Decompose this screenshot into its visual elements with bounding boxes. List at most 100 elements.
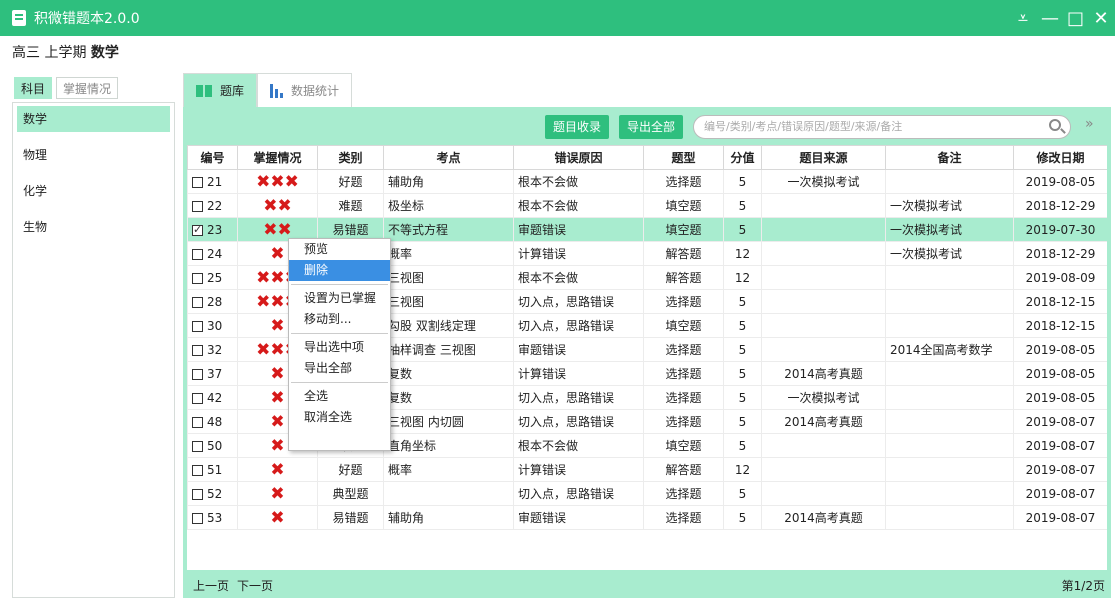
collect-button[interactable]: 题目收录	[545, 115, 610, 139]
context-menu-item[interactable]: 删除	[289, 260, 390, 281]
cell-id: 23	[187, 217, 238, 242]
search-icon[interactable]	[1049, 119, 1061, 131]
cell-id: 52	[187, 481, 238, 506]
cell-mastery: ✖✖✖	[237, 169, 318, 194]
context-menu-item[interactable]: 设置为已掌握	[289, 288, 390, 309]
table-row[interactable]: 53 ✖ 易错题 辅助角 审题错误 选择题 5 2014高考真题 2019-08-07	[187, 505, 1107, 530]
cell-type: 选择题	[643, 409, 724, 434]
cell-type: 解答题	[643, 265, 724, 290]
context-menu-item[interactable]: 移动到...	[289, 309, 390, 330]
cell-score: 5	[723, 385, 762, 410]
cell-id: 50	[187, 433, 238, 458]
header-id[interactable]: 编号	[187, 145, 238, 170]
search-input[interactable]: 编号/类别/考点/错误原因/题型/来源/备注	[693, 115, 1071, 139]
tab-question-bank[interactable]: 题库	[183, 73, 258, 107]
context-menu-item[interactable]: 取消全选	[289, 407, 390, 428]
cell-topic: 抽样调查 三视图	[383, 337, 514, 362]
row-checkbox[interactable]	[192, 488, 203, 500]
cell-reason: 切入点，思路错误	[513, 481, 644, 506]
next-page-button[interactable]: 下一页	[237, 577, 273, 594]
row-checkbox[interactable]	[192, 176, 203, 188]
mastery-x-icons: ✖	[270, 507, 285, 528]
cell-category: 易错题	[317, 505, 384, 530]
cell-date: 2018-12-15	[1013, 313, 1107, 338]
app-icon	[12, 10, 26, 26]
row-checkbox[interactable]	[192, 368, 203, 380]
cell-date: 2018-12-15	[1013, 289, 1107, 314]
subject-item-math[interactable]: 数学	[17, 106, 170, 132]
tab-statistics[interactable]: 数据统计	[257, 73, 353, 107]
header-type[interactable]: 题型	[643, 145, 724, 170]
context-menu-item[interactable]: 导出选中项	[289, 337, 390, 358]
cell-note	[885, 361, 1014, 386]
expand-icon[interactable]: »	[1085, 116, 1094, 132]
row-checkbox[interactable]	[192, 392, 203, 404]
cell-topic: 复数	[383, 385, 514, 410]
cell-topic: 概率	[383, 241, 514, 266]
maximize-icon[interactable]: □	[1067, 8, 1084, 29]
header-source[interactable]: 题目来源	[761, 145, 886, 170]
table-row[interactable]: 52 ✖ 典型题 切入点，思路错误 选择题 5 2019-08-07	[187, 481, 1107, 506]
export-all-button[interactable]: 导出全部	[619, 115, 684, 139]
cell-source	[761, 265, 886, 290]
row-checkbox[interactable]	[192, 248, 203, 260]
row-id: 25	[207, 270, 223, 285]
subject-item-physics[interactable]: 物理	[17, 142, 170, 168]
menu-dropdown-icon[interactable]: ⩡	[1015, 8, 1031, 29]
header-reason[interactable]: 错误原因	[513, 145, 644, 170]
row-checkbox[interactable]	[192, 320, 203, 332]
cell-date: 2019-08-07	[1013, 409, 1107, 434]
table-row[interactable]: 51 ✖ 好题 概率 计算错误 解答题 12 2019-08-07	[187, 457, 1107, 482]
cell-id: 28	[187, 289, 238, 314]
row-checkbox[interactable]	[192, 296, 203, 308]
header-topic[interactable]: 考点	[383, 145, 514, 170]
row-checkbox[interactable]	[192, 223, 203, 236]
header-date[interactable]: 修改日期	[1013, 145, 1107, 170]
cell-note	[885, 289, 1014, 314]
subject-item-chemistry[interactable]: 化学	[17, 178, 170, 204]
row-checkbox[interactable]	[192, 416, 203, 428]
cell-note: 一次模拟考试	[885, 241, 1014, 266]
cell-topic: 辅助角	[383, 505, 514, 530]
close-icon[interactable]: ✕	[1093, 8, 1109, 29]
subject-item-biology[interactable]: 生物	[17, 214, 170, 240]
context-menu-item[interactable]: 预览	[289, 239, 390, 260]
cell-topic: 概率	[383, 457, 514, 482]
minimize-icon[interactable]: —	[1041, 8, 1059, 29]
context-menu-item[interactable]: 导出全部	[289, 358, 390, 379]
context-menu-item[interactable]: 全选	[289, 386, 390, 407]
mastery-x-icons: ✖	[270, 243, 285, 264]
page-info: 第1/2页	[1061, 579, 1105, 593]
cell-mastery: ✖	[237, 457, 318, 482]
row-id: 32	[207, 342, 223, 357]
cell-source	[761, 457, 886, 482]
prev-page-button[interactable]: 上一页	[193, 577, 229, 594]
menu-separator	[291, 382, 388, 383]
cell-score: 5	[723, 193, 762, 218]
mastery-x-icons: ✖✖✖	[256, 171, 299, 192]
table-row[interactable]: 21 ✖✖✖ 好题 辅助角 根本不会做 选择题 5 一次模拟考试 2019-08-05	[187, 169, 1107, 194]
cell-date: 2019-07-30	[1013, 217, 1107, 242]
row-checkbox[interactable]	[192, 512, 203, 524]
cell-note	[885, 385, 1014, 410]
header-mastery[interactable]: 掌握情况	[237, 145, 318, 170]
cell-source: 2014高考真题	[761, 505, 886, 530]
table-row[interactable]: 22 ✖✖ 难题 极坐标 根本不会做 填空题 5 一次模拟考试 2018-12-29	[187, 193, 1107, 218]
tab-mastery[interactable]: 掌握情况	[56, 77, 119, 99]
header-note[interactable]: 备注	[885, 145, 1014, 170]
cell-type: 填空题	[643, 433, 724, 458]
row-checkbox[interactable]	[192, 464, 203, 476]
row-checkbox[interactable]	[192, 200, 203, 212]
row-checkbox[interactable]	[192, 272, 203, 284]
cell-score: 5	[723, 361, 762, 386]
row-checkbox[interactable]	[192, 440, 203, 452]
main-tabs: 题库 数据统计	[183, 73, 353, 107]
cell-reason: 切入点，思路错误	[513, 289, 644, 314]
row-checkbox[interactable]	[192, 344, 203, 356]
header-category[interactable]: 类别	[317, 145, 384, 170]
cell-score: 12	[723, 457, 762, 482]
bar-chart-icon	[270, 83, 284, 98]
header-score[interactable]: 分值	[723, 145, 762, 170]
tab-subject[interactable]: 科目	[14, 77, 53, 99]
mastery-x-icons: ✖✖	[263, 195, 292, 216]
